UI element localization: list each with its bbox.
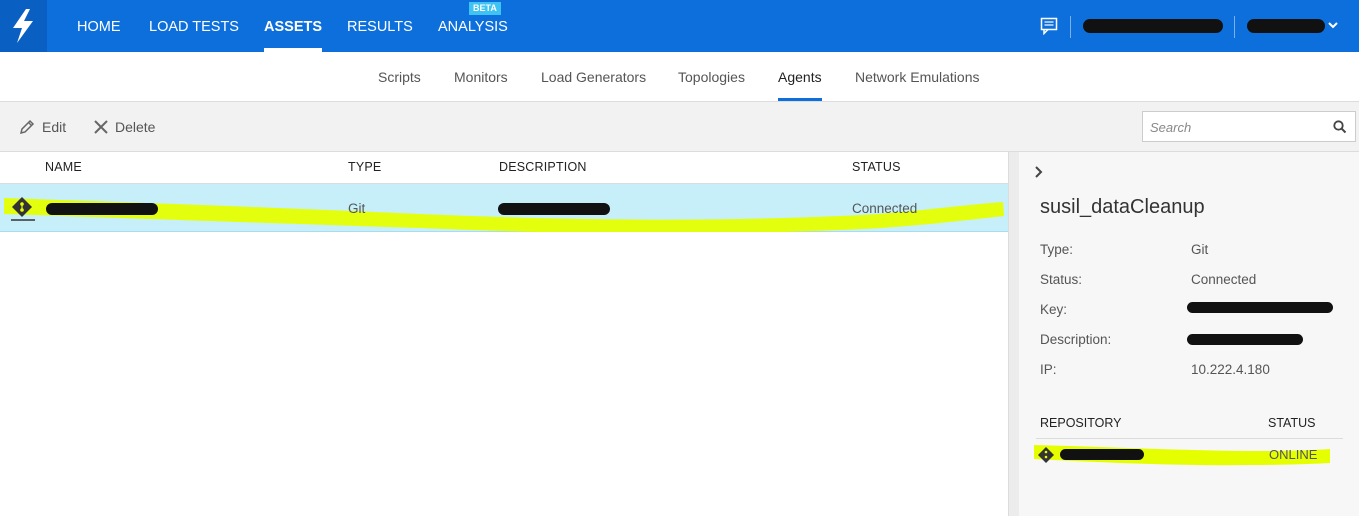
- tab-load-generators[interactable]: Load Generators: [541, 52, 646, 101]
- row-status: Connected: [852, 201, 918, 216]
- git-icon: [11, 197, 35, 221]
- lightning-icon: [13, 9, 33, 43]
- detail-key-key: Key:: [1040, 302, 1068, 317]
- agents-table: NAME TYPE DESCRIPTION STATUS Git Connect…: [0, 152, 1008, 516]
- row-type: Git: [348, 201, 366, 216]
- details-title: susil_dataCleanup: [1040, 196, 1205, 218]
- table-row[interactable]: Git Connected: [0, 184, 1008, 232]
- detail-type-key: Type:: [1040, 242, 1074, 257]
- chevron-right-icon[interactable]: [1034, 166, 1044, 178]
- repository-status-value: ONLINE: [1269, 447, 1318, 462]
- edit-label: Edit: [42, 119, 67, 135]
- nav-home[interactable]: HOME: [77, 0, 121, 52]
- table-scrollbar[interactable]: [1008, 152, 1019, 516]
- chat-icon[interactable]: [1040, 17, 1058, 35]
- detail-key-redacted: [1187, 302, 1333, 313]
- column-header-type[interactable]: TYPE: [348, 160, 381, 174]
- column-header-description[interactable]: DESCRIPTION: [499, 160, 587, 174]
- app-logo[interactable]: [0, 0, 47, 52]
- user-menu-redacted[interactable]: [1247, 19, 1325, 33]
- column-header-name[interactable]: NAME: [45, 160, 82, 174]
- detail-description-redacted: [1187, 334, 1303, 345]
- tab-agents[interactable]: Agents: [778, 52, 822, 101]
- close-icon: [94, 120, 108, 134]
- sub-nav: Scripts Monitors Load Generators Topolog…: [0, 52, 1359, 102]
- detail-ip-value: 10.222.4.180: [1191, 362, 1270, 377]
- delete-label: Delete: [115, 119, 156, 135]
- top-nav-bar: HOME LOAD TESTS ASSETS RESULTS ANALYSIS …: [0, 0, 1359, 52]
- detail-type-value: Git: [1191, 242, 1209, 257]
- edit-button[interactable]: Edit: [19, 102, 69, 152]
- detail-description-key: Description:: [1040, 332, 1112, 347]
- repository-header: REPOSITORY: [1040, 416, 1122, 430]
- column-header-status[interactable]: STATUS: [852, 160, 901, 174]
- row-name-redacted: [46, 203, 158, 215]
- search-box[interactable]: [1142, 111, 1356, 142]
- chevron-down-icon[interactable]: [1328, 20, 1338, 32]
- repository-divider: [1036, 438, 1343, 439]
- git-icon: [1038, 447, 1054, 463]
- detail-status-value: Connected: [1191, 272, 1257, 287]
- detail-status-key: Status:: [1040, 272, 1083, 287]
- nav-divider: [1070, 16, 1071, 38]
- search-input[interactable]: [1150, 118, 1330, 136]
- delete-button[interactable]: Delete: [93, 102, 159, 152]
- tenant-menu-redacted[interactable]: [1083, 19, 1223, 33]
- pencil-icon: [19, 119, 35, 135]
- nav-divider: [1234, 16, 1235, 38]
- tab-network-emulations[interactable]: Network Emulations: [855, 52, 980, 101]
- row-description-redacted: [498, 203, 610, 215]
- beta-badge: BETA: [469, 2, 501, 15]
- tab-topologies[interactable]: Topologies: [678, 52, 745, 101]
- nav-results[interactable]: RESULTS: [347, 0, 413, 52]
- nav-load-tests[interactable]: LOAD TESTS: [149, 0, 239, 52]
- repository-row[interactable]: ONLINE: [1032, 441, 1332, 467]
- tab-monitors[interactable]: Monitors: [454, 52, 508, 101]
- details-panel: susil_dataCleanup Type: Git Status: Conn…: [1019, 152, 1359, 516]
- detail-ip-key: IP:: [1040, 362, 1057, 377]
- search-icon[interactable]: [1333, 120, 1347, 134]
- repository-status-header: STATUS: [1268, 416, 1316, 430]
- nav-assets[interactable]: ASSETS: [264, 0, 323, 52]
- repository-name-redacted: [1060, 449, 1144, 460]
- tab-scripts[interactable]: Scripts: [378, 52, 421, 101]
